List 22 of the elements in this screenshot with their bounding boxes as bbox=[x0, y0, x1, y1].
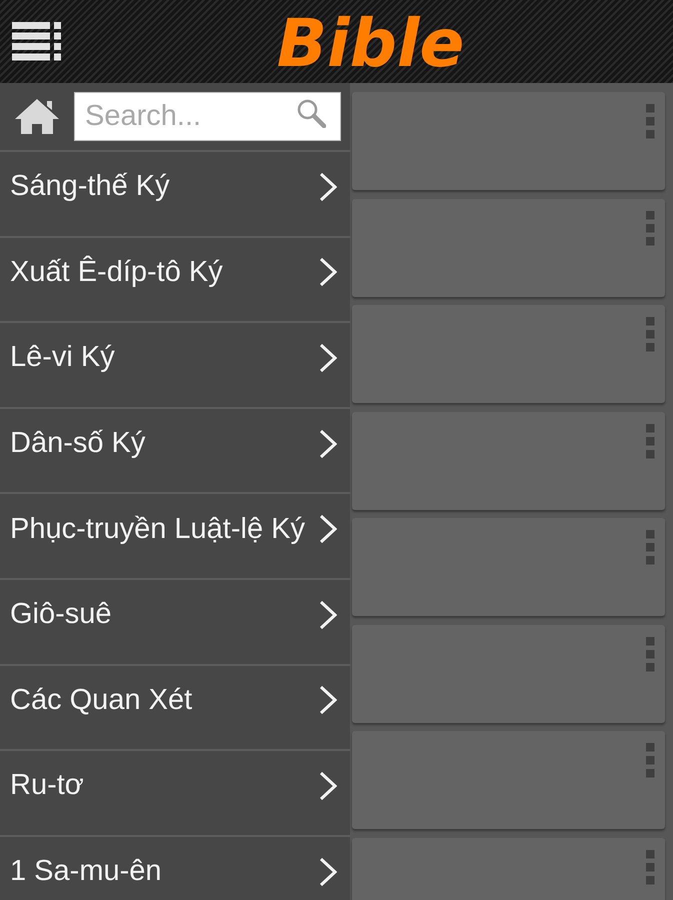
chevron-right-icon bbox=[319, 172, 337, 202]
overflow-menu-icon[interactable] bbox=[645, 530, 655, 565]
chevron-right-icon bbox=[319, 770, 337, 801]
overflow-menu-icon[interactable] bbox=[645, 850, 655, 884]
search-field[interactable]: Search... bbox=[74, 92, 341, 140]
chevron-right-icon bbox=[319, 342, 337, 373]
search-icon[interactable] bbox=[296, 98, 326, 128]
chevron-right-icon bbox=[319, 428, 337, 459]
overflow-menu-icon[interactable] bbox=[645, 743, 655, 778]
chevron-right-icon bbox=[319, 856, 337, 887]
overflow-menu-icon[interactable] bbox=[645, 317, 655, 352]
chevron-right-icon bbox=[319, 685, 337, 716]
menu-icon[interactable] bbox=[12, 22, 61, 61]
overflow-menu-icon[interactable] bbox=[645, 424, 655, 458]
overflow-menu-icon[interactable] bbox=[645, 636, 655, 672]
home-icon[interactable] bbox=[14, 97, 60, 135]
overflow-menu-icon[interactable] bbox=[645, 104, 655, 139]
chevron-right-icon bbox=[319, 600, 337, 630]
chevron-right-icon bbox=[319, 257, 337, 288]
app-title: Bible bbox=[276, 10, 464, 76]
chevron-right-icon bbox=[319, 514, 337, 544]
overflow-menu-icon[interactable] bbox=[645, 210, 655, 246]
